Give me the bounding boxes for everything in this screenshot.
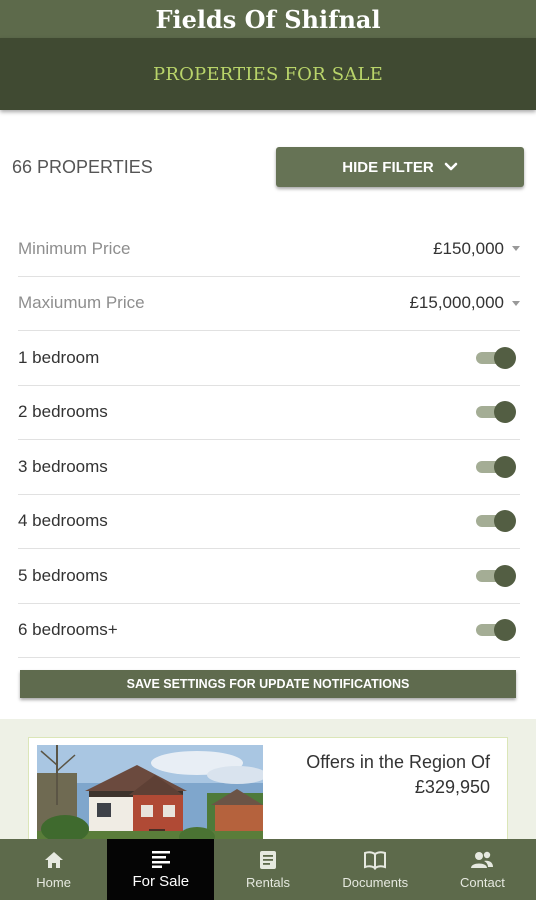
bedroom-row-3: 3 bedrooms	[18, 440, 520, 495]
save-settings-button[interactable]: SAVE SETTINGS FOR UPDATE NOTIFICATIONS	[20, 670, 516, 698]
app-title-bar: Fields Of Shifnal	[0, 0, 536, 38]
list-icon	[151, 850, 170, 868]
chevron-down-icon	[444, 162, 457, 171]
bedroom-label-5: 5 bedrooms	[18, 565, 108, 585]
hide-filter-label: HIDE FILTER	[342, 158, 434, 176]
bedroom-row-2: 2 bedrooms	[18, 386, 520, 440]
max-price-value: £15,000,000	[409, 293, 504, 313]
bedroom-row-6: 6 bedrooms+	[18, 604, 520, 658]
listing-price-block: Offers in the Region Of £329,950	[306, 750, 490, 800]
bedroom-toggle-3[interactable]	[476, 455, 516, 478]
bedroom-label-2: 2 bedrooms	[18, 402, 108, 422]
bedroom-row-5: 5 bedrooms	[18, 549, 520, 604]
document-icon	[260, 850, 276, 869]
property-count: 66 PROPERTIES	[12, 157, 153, 177]
nav-for-sale-label: For Sale	[132, 872, 190, 890]
section-header: PROPERTIES FOR SALE	[0, 38, 536, 110]
bedroom-row-4: 4 bedrooms	[18, 495, 520, 549]
bedroom-row-1: 1 bedroom	[18, 331, 520, 386]
nav-rentals-label: Rentals	[245, 874, 291, 890]
bedroom-toggle-1[interactable]	[476, 346, 516, 369]
min-price-row: Minimum Price £150,000	[18, 222, 520, 277]
bedroom-toggle-5[interactable]	[476, 564, 516, 587]
home-icon	[44, 851, 63, 868]
bedroom-label-1: 1 bedroom	[18, 347, 100, 367]
bedroom-toggle-6[interactable]	[476, 619, 516, 642]
listing-price: £329,950	[414, 777, 490, 797]
caret-down-icon	[512, 300, 520, 306]
bedroom-toggle-2[interactable]	[476, 401, 516, 424]
caret-down-icon	[512, 246, 520, 252]
app-title: Fields Of Shifnal	[155, 4, 381, 34]
max-price-select[interactable]: £15,000,000	[409, 293, 520, 313]
hide-filter-button[interactable]: HIDE FILTER	[276, 147, 524, 187]
people-icon	[471, 851, 494, 868]
max-price-label: Maxiumum Price	[18, 293, 145, 313]
max-price-row: Maxiumum Price £15,000,000	[18, 277, 520, 331]
min-price-select[interactable]: £150,000	[433, 239, 520, 259]
section-title: PROPERTIES FOR SALE	[153, 63, 383, 85]
book-icon	[364, 850, 387, 870]
min-price-label: Minimum Price	[18, 238, 131, 258]
nav-rentals[interactable]: Rentals	[214, 839, 321, 900]
bottom-nav: Home For Sale Rentals Documents Contact	[0, 839, 536, 900]
nav-home-label: Home	[36, 874, 71, 890]
nav-for-sale[interactable]: For Sale	[107, 839, 215, 900]
bedroom-label-4: 4 bedrooms	[18, 511, 108, 531]
property-photo[interactable]	[37, 745, 263, 849]
filter-list: Minimum Price £150,000 Maxiumum Price £1…	[18, 222, 520, 658]
nav-contact[interactable]: Contact	[429, 839, 536, 900]
min-price-value: £150,000	[433, 238, 504, 258]
bedroom-label-6: 6 bedrooms+	[18, 620, 118, 640]
nav-contact-label: Contact	[460, 874, 505, 890]
bedroom-label-3: 3 bedrooms	[18, 456, 108, 476]
nav-documents[interactable]: Documents	[322, 839, 429, 900]
nav-documents-label: Documents	[342, 874, 409, 890]
price-prefix: Offers in the Region Of	[306, 752, 490, 772]
nav-home[interactable]: Home	[0, 839, 107, 900]
bedroom-toggle-4[interactable]	[476, 510, 516, 533]
